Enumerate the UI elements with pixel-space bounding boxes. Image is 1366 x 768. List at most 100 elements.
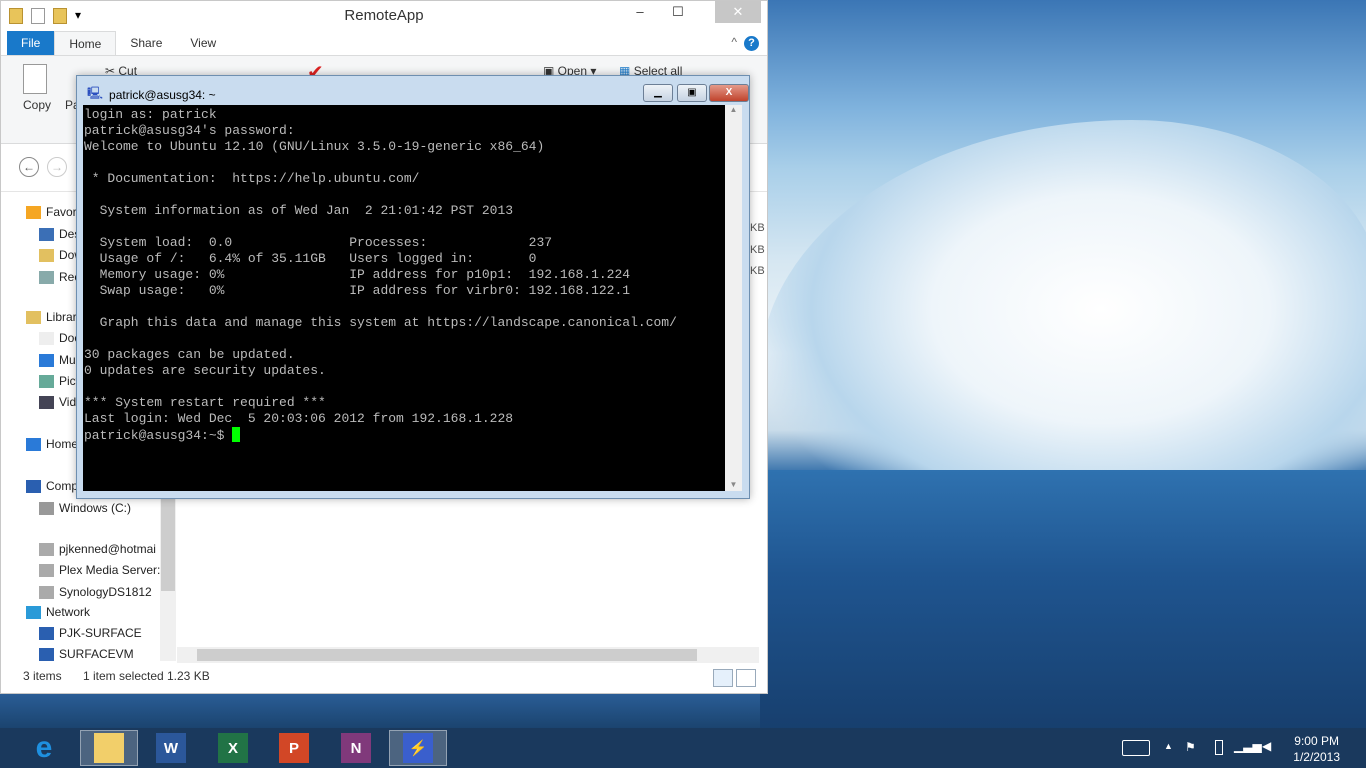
taskbar-powerpoint-button[interactable]: P (265, 730, 323, 766)
nav-item-label: SURFACEVM (59, 647, 134, 661)
terminal-line: Welcome to Ubuntu 12.10 (GNU/Linux 3.5.0… (84, 139, 545, 154)
tab-home[interactable]: Home (54, 31, 117, 55)
terminal-line: Graph this data and manage this system a… (84, 315, 677, 330)
app-glyph: X (227, 739, 238, 757)
taskbar-onenote-button[interactable]: N (327, 730, 385, 766)
status-bar: 3 items 1 item selected 1.23 KB (1, 665, 767, 687)
network-drive-icon (39, 563, 54, 577)
file-size: KB (750, 265, 765, 277)
taskbar-file-explorer-button[interactable] (80, 730, 138, 766)
terminal-line: * Documentation: https://help.ubuntu.com… (84, 171, 420, 186)
computer-icon (39, 626, 54, 640)
title-bar: 🖳 patrick@asusg34: ~ (87, 84, 216, 105)
network-icon (26, 605, 41, 619)
star-icon (26, 205, 41, 219)
nav-item-pjk-surface[interactable]: PJK-SURFACE (39, 626, 142, 640)
videos-icon (39, 395, 54, 409)
minimize-ribbon-icon[interactable]: ^ (731, 35, 737, 49)
close-button[interactable]: X (709, 84, 749, 102)
minimize-button[interactable]: ▁ (643, 84, 673, 102)
terminal-scrollbar[interactable]: ▲ ▼ (725, 105, 742, 491)
restore-button[interactable]: ▣ (677, 84, 707, 102)
app-glyph: e (35, 731, 53, 764)
battery-icon[interactable] (1215, 740, 1223, 755)
signal-icon[interactable]: ▁▃▅ (1234, 739, 1262, 753)
internet-explorer-icon: e (29, 731, 59, 764)
terminal[interactable]: login as: patrick patrick@asusg34's pass… (83, 105, 725, 491)
window-title: patrick@asusg34: ~ (109, 87, 216, 102)
date: 1/2/2013 (1293, 750, 1340, 764)
nav-item-windows-c[interactable]: Windows (C:) (39, 501, 131, 515)
network-drive-icon (39, 542, 54, 556)
nav-item-network[interactable]: Network (26, 605, 90, 619)
terminal-line: Memory usage: 0% IP address for p10p1: 1… (84, 267, 631, 282)
back-button[interactable]: ← (19, 157, 39, 177)
close-button[interactable]: ✕ (715, 1, 761, 23)
terminal-line: 30 packages can be updated. (84, 347, 295, 362)
time: 9:00 PM (1294, 734, 1339, 748)
horizontal-scrollbar[interactable] (177, 647, 759, 663)
app-glyph: W (163, 739, 179, 757)
taskbar-word-button[interactable]: W (142, 730, 200, 766)
touch-keyboard-icon[interactable] (1122, 740, 1150, 756)
large-icons-view-button[interactable] (736, 669, 756, 687)
nav-item-synologyds1812[interactable]: SynologyDS1812 (39, 585, 152, 599)
terminal-line: Usage of /: 6.4% of 35.11GB Users logged… (84, 251, 537, 266)
music-icon (39, 353, 54, 367)
putty-icon: 🖳 (87, 86, 104, 100)
terminal-line: Swap usage: 0% IP address for virbr0: 19… (84, 283, 631, 298)
action-center-flag-icon[interactable]: ⚑ (1185, 740, 1196, 754)
recent-icon (39, 270, 54, 284)
word-icon: W (156, 733, 186, 763)
maximize-button[interactable]: ☐ (663, 1, 693, 23)
excel-icon: X (218, 733, 248, 763)
terminal-line: patrick@asusg34's password: (84, 123, 295, 138)
copy-button[interactable]: Copy (23, 98, 51, 112)
item-count: 3 items (23, 669, 62, 683)
downloads-icon (39, 248, 54, 262)
nav-item-label: Plex Media Server: (59, 563, 161, 577)
library-icon (26, 310, 41, 324)
tab-file[interactable]: File (7, 31, 55, 55)
terminal-line: 0 updates are security updates. (84, 363, 326, 378)
taskbar-putty-button[interactable]: ⚡ (389, 730, 447, 766)
terminal-prompt: patrick@asusg34:~$ (84, 428, 233, 443)
volume-icon[interactable]: ◀ (1262, 739, 1271, 753)
onenote-icon: N (341, 733, 371, 763)
selection-size: 1.23 KB (167, 669, 210, 683)
nav-item-label: pjkenned@hotmai (59, 542, 156, 556)
details-view-button[interactable] (713, 669, 733, 687)
nav-item-label: SynologyDS1812 (59, 585, 152, 599)
nav-item-label: PJK-SURFACE (59, 626, 142, 640)
desktop-wallpaper-sea (760, 470, 1366, 730)
app-glyph: P (288, 739, 299, 757)
terminal-line: Last login: Wed Dec 5 20:03:06 2012 from… (84, 411, 514, 426)
file-size: KB (750, 244, 765, 256)
nav-item-plex-media-server[interactable]: Plex Media Server: (39, 563, 160, 577)
pictures-icon (39, 374, 54, 388)
tab-view[interactable]: View (176, 31, 230, 55)
file-explorer-icon (94, 733, 124, 763)
terminal-line: System load: 0.0 Processes: 237 (84, 235, 553, 250)
nav-item-pjkenned-hotmai[interactable]: pjkenned@hotmai (39, 542, 156, 556)
taskbar-internet-explorer-button[interactable]: e (15, 730, 73, 766)
network-drive-icon (39, 585, 54, 599)
terminal-output: login as: patrick patrick@asusg34's pass… (84, 107, 725, 444)
help-icon[interactable]: ? (744, 36, 759, 51)
tab-share[interactable]: Share (116, 31, 176, 55)
nav-item-label: Windows (C:) (59, 501, 132, 515)
putty-window: 🖳 patrick@asusg34: ~ ▁ ▣ X login as: pat… (76, 75, 750, 499)
minimize-button[interactable]: – (625, 1, 655, 23)
terminal-line: *** System restart required *** (84, 395, 326, 410)
show-hidden-icons-icon[interactable]: ▲ (1164, 741, 1173, 751)
forward-button[interactable]: → (47, 157, 67, 177)
clock[interactable]: 9:00 PM 1/2/2013 (1293, 733, 1340, 765)
terminal-line: login as: patrick (84, 107, 217, 122)
desktop-icon (39, 227, 54, 241)
nav-item-surfacevm[interactable]: SURFACEVM (39, 647, 134, 661)
taskbar-excel-button[interactable]: X (204, 730, 262, 766)
app-glyph: ⚡ (408, 740, 428, 757)
computer-icon (39, 647, 54, 661)
homegroup-icon (26, 437, 41, 451)
powerpoint-icon: P (279, 733, 309, 763)
